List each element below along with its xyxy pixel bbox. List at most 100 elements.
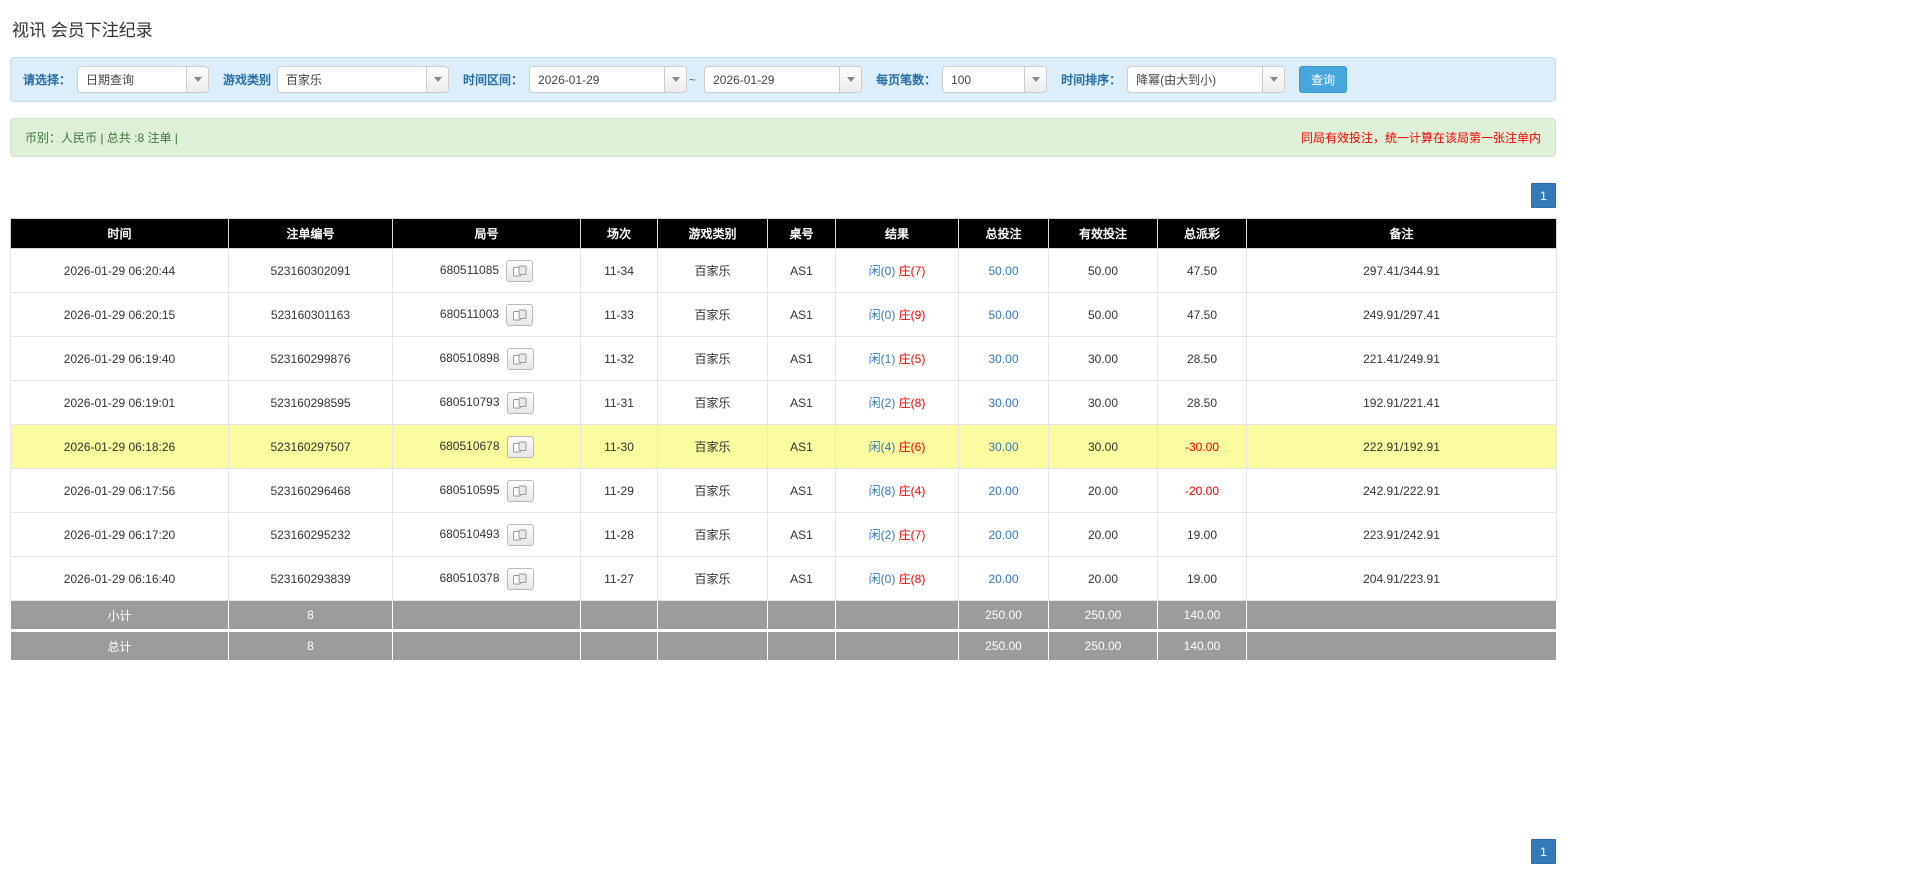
total-bet-link[interactable]: 50.00 <box>988 264 1018 278</box>
col-header-total-bet: 总投注 <box>958 218 1049 249</box>
cell-game-type: 百家乐 <box>657 468 768 513</box>
bet-records-table: 时间 注单编号 局号 场次 游戏类别 桌号 结果 总投注 有效投注 总派彩 备注… <box>10 218 1557 661</box>
query-type-select[interactable]: 日期查询 <box>77 66 210 93</box>
table-footer: 小计 8 250.00 250.00 140.00 总计 8 250.00 250.00 140.… <box>10 600 1557 661</box>
search-button[interactable]: 查询 <box>1299 66 1348 93</box>
result-player: 闲(0) <box>868 308 896 322</box>
page-title: 视讯 会员下注纪录 <box>12 21 153 40</box>
page-size-select[interactable]: 100 <box>942 66 1048 93</box>
summary-count: 8 <box>228 629 393 661</box>
date-from-select[interactable]: 2026-01-29 <box>529 66 688 93</box>
col-header-result: 结果 <box>835 218 959 249</box>
payout-value: 47.50 <box>1186 263 1218 278</box>
date-to-value: 2026-01-29 <box>713 72 775 87</box>
cell-bet-id: 523160293839 <box>228 556 393 601</box>
summary-table <box>767 629 836 661</box>
view-cards-icon[interactable] <box>506 303 534 326</box>
result-banker: 庄(7) <box>898 528 926 542</box>
cell-table-no: AS1 <box>767 468 836 513</box>
cell-note: 242.91/222.91 <box>1246 468 1557 513</box>
cell-note: 297.41/344.91 <box>1246 248 1557 293</box>
view-cards-icon[interactable] <box>506 479 534 502</box>
col-header-note: 备注 <box>1246 218 1557 249</box>
col-header-valid-bet: 有效投注 <box>1048 218 1158 249</box>
query-type-group: 请选择： 日期查询 <box>23 66 210 93</box>
total-bet-link[interactable]: 30.00 <box>988 396 1018 410</box>
page-size-group: 每页笔数： 100 <box>876 66 1048 93</box>
chevron-down-icon <box>1262 67 1285 92</box>
page-button-1[interactable]: 1 <box>1531 183 1556 208</box>
view-cards-icon[interactable] <box>506 347 534 370</box>
notice-text: 同局有效投注，统一计算在该局第一张注单内 <box>1300 131 1541 145</box>
summary-round <box>392 600 581 631</box>
total-bet-link[interactable]: 20.00 <box>988 484 1018 498</box>
cell-round-id: 680511003 <box>392 292 581 337</box>
total-bet-link[interactable]: 30.00 <box>988 440 1018 454</box>
cell-table-no: AS1 <box>767 556 836 601</box>
col-header-time: 时间 <box>10 218 229 249</box>
summary-game <box>657 600 768 631</box>
chevron-down-icon <box>1024 67 1047 92</box>
cell-result: 闲(0) 庄(9) <box>835 292 959 337</box>
cell-valid-bet: 50.00 <box>1048 248 1158 293</box>
total-bet-link[interactable]: 20.00 <box>988 528 1018 542</box>
cell-round-id: 680510793 <box>392 380 581 425</box>
cell-game-type: 百家乐 <box>657 556 768 601</box>
summary-valid-bet: 250.00 <box>1048 629 1158 661</box>
view-cards-icon[interactable] <box>506 435 534 458</box>
round-id-text: 680510378 <box>439 570 500 585</box>
date-from-value: 2026-01-29 <box>538 72 600 87</box>
view-cards-icon[interactable] <box>506 523 534 546</box>
result-player: 闲(0) <box>868 264 896 278</box>
table-row: 2026-01-29 06:17:56 523160296468 680510595… <box>10 468 1557 513</box>
view-cards-icon[interactable] <box>506 259 534 282</box>
cell-note: 221.41/249.91 <box>1246 336 1557 381</box>
total-bet-link[interactable]: 20.00 <box>988 572 1018 586</box>
total-bet-link[interactable]: 50.00 <box>988 308 1018 322</box>
cell-time: 2026-01-29 06:20:15 <box>10 292 229 337</box>
cell-table-no: AS1 <box>767 424 836 469</box>
cell-note: 223.91/242.91 <box>1246 512 1557 557</box>
cell-payout: -20.00 <box>1157 468 1247 513</box>
table-row: 2026-01-29 06:18:26 523160297507 680510678… <box>10 424 1557 469</box>
cell-time: 2026-01-29 06:17:20 <box>10 512 229 557</box>
cell-round-id: 680510678 <box>392 424 581 469</box>
cell-time: 2026-01-29 06:17:56 <box>10 468 229 513</box>
round-id-text: 680510493 <box>439 526 500 541</box>
table-body: 2026-01-29 06:20:44 523160302091 680511085… <box>10 248 1557 601</box>
cell-round-id: 680511085 <box>392 248 581 293</box>
summary-round <box>392 629 581 661</box>
summary-note <box>1246 600 1557 631</box>
view-cards-icon[interactable] <box>506 567 534 590</box>
cell-game-type: 百家乐 <box>657 380 768 425</box>
total-row: 总计 8 250.00 250.00 140.00 <box>10 629 1557 661</box>
cell-total-bet: 30.00 <box>958 424 1049 469</box>
cell-payout: 28.50 <box>1157 336 1247 381</box>
game-type-select[interactable]: 百家乐 <box>277 66 450 93</box>
cell-payout: -30.00 <box>1157 424 1247 469</box>
game-type-value: 百家乐 <box>286 73 323 87</box>
cell-payout: 47.50 <box>1157 292 1247 337</box>
currency-summary: 币别：人民币 | 总共 :8 注单 | <box>25 131 178 145</box>
sort-select[interactable]: 降幂(由大到小) <box>1127 66 1286 93</box>
view-cards-icon[interactable] <box>506 391 534 414</box>
table-row: 2026-01-29 06:17:20 523160295232 680510493… <box>10 512 1557 557</box>
cell-result: 闲(1) 庄(5) <box>835 336 959 381</box>
cell-valid-bet: 30.00 <box>1048 424 1158 469</box>
range-separator: ~ <box>689 72 697 87</box>
cell-valid-bet: 30.00 <box>1048 380 1158 425</box>
chevron-down-icon <box>664 67 687 92</box>
date-to-select[interactable]: 2026-01-29 <box>704 66 863 93</box>
total-bet-link[interactable]: 30.00 <box>988 352 1018 366</box>
page-content: 视讯 会员下注纪录 请选择： 日期查询 游戏类别 百家乐 时间区间： 2026-… <box>0 0 1566 874</box>
cell-table-no: AS1 <box>767 248 836 293</box>
summary-label: 小计 <box>10 600 229 631</box>
summary-count: 8 <box>228 600 393 631</box>
cell-total-bet: 30.00 <box>958 380 1049 425</box>
sort-value: 降幂(由大到小) <box>1136 73 1217 87</box>
summary-payout: 140.00 <box>1157 629 1247 661</box>
table-row: 2026-01-29 06:19:01 523160298595 680510793… <box>10 380 1557 425</box>
cell-time: 2026-01-29 06:16:40 <box>10 556 229 601</box>
page-size-label: 每页笔数： <box>876 73 937 87</box>
cell-payout: 19.00 <box>1157 556 1247 601</box>
